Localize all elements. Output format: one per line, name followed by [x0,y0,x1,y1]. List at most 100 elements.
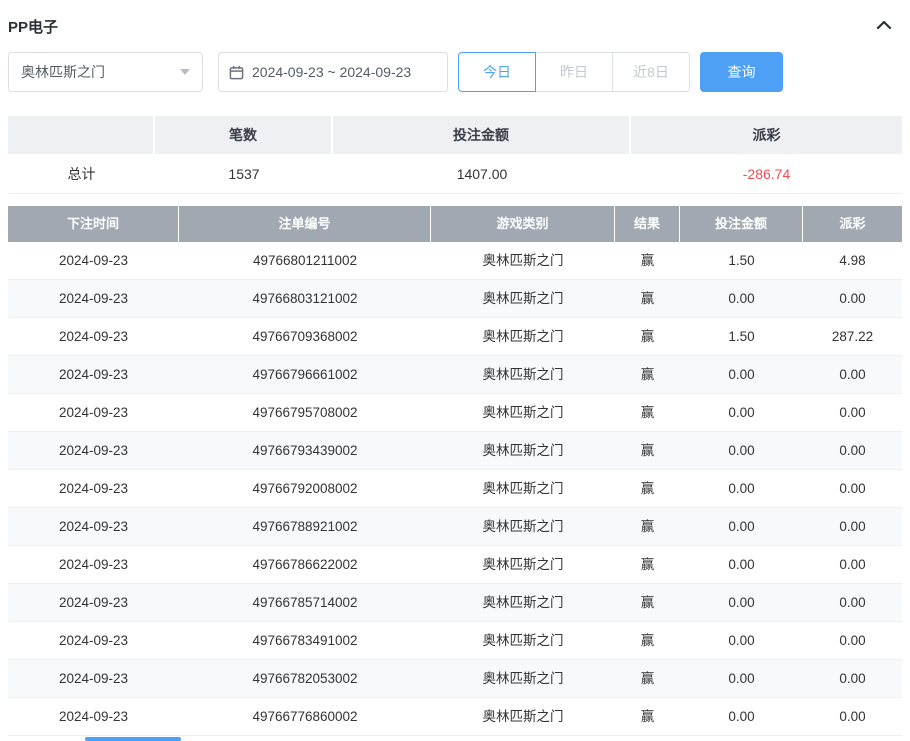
summary-total-row: 总计 1537 1407.00 -286.74 [8,154,902,194]
cell-bet-time: 2024-09-23 [8,318,179,355]
cell-bet-amount: 0.00 [680,546,803,583]
cell-bet-time: 2024-09-23 [8,660,179,697]
table-row: 2024-09-2349766783491002奥林匹斯之门赢0.000.00 [8,622,902,660]
quick-range-last8days-button[interactable]: 近8日 [612,52,690,92]
cell-order-id: 49766785714002 [179,584,431,621]
cell-bet-time: 2024-09-23 [8,622,179,659]
collapse-panel-button[interactable] [874,17,894,36]
col-header-bet-amount: 投注金额 [680,206,803,242]
cell-bet-amount: 0.00 [680,622,803,659]
cell-bet-time: 2024-09-23 [8,546,179,583]
quick-range-button-group: 今日 昨日 近8日 [458,52,690,92]
cell-payout: 0.00 [803,356,902,393]
cell-result: 赢 [615,394,680,431]
cell-bet-time: 2024-09-23 [8,698,179,735]
col-header-order-id: 注单编号 [179,206,431,242]
cell-payout: 0.00 [803,546,902,583]
summary-total-payout: -286.74 [631,154,902,193]
cell-bet-amount: 0.00 [680,508,803,545]
cell-order-id: 49766801211002 [179,242,431,279]
cell-bet-amount: 0.00 [680,356,803,393]
horizontal-scrollbar-thumb[interactable] [85,737,181,741]
table-row: 2024-09-2349766788921002奥林匹斯之门赢0.000.00 [8,508,902,546]
cell-result: 赢 [615,622,680,659]
cell-result: 赢 [615,660,680,697]
table-row: 2024-09-2349766709368002奥林匹斯之门赢1.50287.2… [8,318,902,356]
cell-bet-amount: 1.50 [680,318,803,355]
search-button[interactable]: 查询 [700,52,783,92]
panel-title: PP电子 [8,16,58,37]
cell-result: 赢 [615,584,680,621]
cell-payout: 287.22 [803,318,902,355]
cell-result: 赢 [615,698,680,735]
cell-payout: 4.98 [803,242,902,279]
calendar-icon [229,65,244,80]
cell-result: 赢 [615,508,680,545]
cell-order-id: 49766788921002 [179,508,431,545]
cell-payout: 0.00 [803,584,902,621]
cell-bet-amount: 0.00 [680,470,803,507]
cell-game-type: 奥林匹斯之门 [431,280,615,317]
cell-bet-amount: 0.00 [680,394,803,431]
quick-range-today-button[interactable]: 今日 [458,52,536,92]
cell-game-type: 奥林匹斯之门 [431,508,615,545]
table-row: 2024-09-2349766801211002奥林匹斯之门赢1.504.98 [8,242,902,280]
cell-payout: 0.00 [803,660,902,697]
summary-table: 笔数 投注金额 派彩 总计 1537 1407.00 -286.74 [8,116,902,194]
cell-payout: 0.00 [803,508,902,545]
cell-payout: 0.00 [803,470,902,507]
cell-order-id: 49766709368002 [179,318,431,355]
cell-bet-time: 2024-09-23 [8,432,179,469]
cell-bet-amount: 0.00 [680,280,803,317]
cell-payout: 0.00 [803,394,902,431]
table-row: 2024-09-2349766793439002奥林匹斯之门赢0.000.00 [8,432,902,470]
cell-game-type: 奥林匹斯之门 [431,698,615,735]
cell-game-type: 奥林匹斯之门 [431,622,615,659]
cell-bet-amount: 0.00 [680,432,803,469]
summary-header-bet-amount: 投注金额 [333,116,631,154]
bet-records-table: 下注时间 注单编号 游戏类别 结果 投注金额 派彩 2024-09-234976… [8,206,902,736]
cell-game-type: 奥林匹斯之门 [431,546,615,583]
bet-table-header-row: 下注时间 注单编号 游戏类别 结果 投注金额 派彩 [8,206,902,242]
cell-payout: 0.00 [803,432,902,469]
bet-table-body: 2024-09-2349766801211002奥林匹斯之门赢1.504.982… [8,242,902,736]
summary-header-blank [8,116,155,154]
summary-total-bet-amount: 1407.00 [333,154,631,193]
cell-bet-amount: 0.00 [680,584,803,621]
cell-bet-amount: 1.50 [680,242,803,279]
date-range-input[interactable]: 2024-09-23 ~ 2024-09-23 [218,52,448,92]
cell-result: 赢 [615,242,680,279]
summary-header-payout: 派彩 [631,116,902,154]
table-row: 2024-09-2349766785714002奥林匹斯之门赢0.000.00 [8,584,902,622]
cell-payout: 0.00 [803,622,902,659]
cell-order-id: 49766803121002 [179,280,431,317]
cell-game-type: 奥林匹斯之门 [431,356,615,393]
table-row: 2024-09-2349766795708002奥林匹斯之门赢0.000.00 [8,394,902,432]
summary-total-count: 1537 [155,154,333,193]
col-header-result: 结果 [615,206,680,242]
cell-bet-amount: 0.00 [680,660,803,697]
cell-result: 赢 [615,470,680,507]
game-select-value: 奥林匹斯之门 [21,62,105,82]
cell-order-id: 49766786622002 [179,546,431,583]
cell-bet-time: 2024-09-23 [8,470,179,507]
date-range-value: 2024-09-23 ~ 2024-09-23 [252,64,411,80]
cell-game-type: 奥林匹斯之门 [431,394,615,431]
cell-game-type: 奥林匹斯之门 [431,242,615,279]
table-row: 2024-09-2349766782053002奥林匹斯之门赢0.000.00 [8,660,902,698]
cell-bet-time: 2024-09-23 [8,584,179,621]
col-header-payout: 派彩 [803,206,902,242]
cell-game-type: 奥林匹斯之门 [431,660,615,697]
col-header-game-type: 游戏类别 [431,206,615,242]
filter-toolbar: 奥林匹斯之门 2024-09-23 ~ 2024-09-23 今日 昨日 近8日… [8,52,902,92]
cell-game-type: 奥林匹斯之门 [431,470,615,507]
summary-header-count: 笔数 [155,116,333,154]
cell-order-id: 49766783491002 [179,622,431,659]
cell-bet-time: 2024-09-23 [8,242,179,279]
cell-result: 赢 [615,432,680,469]
game-select[interactable]: 奥林匹斯之门 [8,52,203,92]
cell-bet-time: 2024-09-23 [8,280,179,317]
quick-range-yesterday-button[interactable]: 昨日 [535,52,613,92]
pp-games-panel: PP电子 奥林匹斯之门 2024-09-23 ~ 2024-09-23 今日 昨… [0,0,910,741]
cell-result: 赢 [615,280,680,317]
